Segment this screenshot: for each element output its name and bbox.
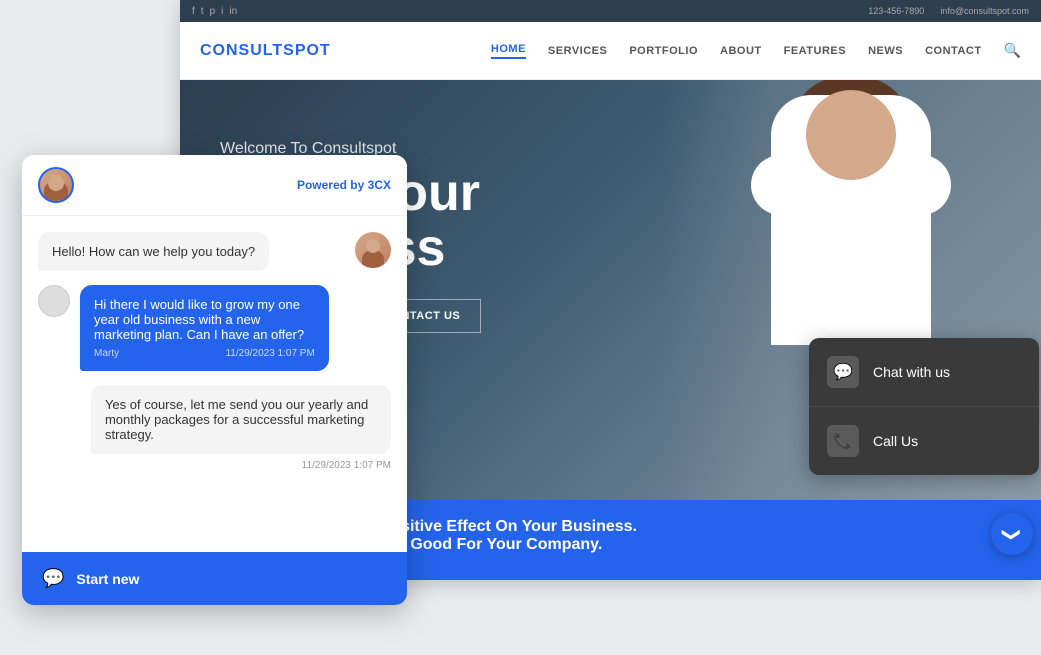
twitter-icon: t [201, 6, 204, 17]
nav-link-news[interactable]: NEWS [868, 45, 903, 57]
message-agent-1: Hello! How can we help you today? [38, 232, 391, 271]
chat-footer-icon: 💬 [42, 568, 64, 589]
scroll-down-button[interactable]: ❯ [991, 513, 1033, 555]
call-us-option[interactable]: 📞 Call Us [809, 407, 1039, 475]
nav-link-features[interactable]: FEATURES [784, 45, 846, 57]
user-message-meta: Marty 11/29/2023 1:07 PM [94, 348, 315, 359]
powered-by-label: Powered by [297, 178, 364, 192]
call-us-label: Call Us [873, 433, 918, 449]
user-message-text: Hi there I would like to grow my one yea… [94, 297, 315, 342]
user-time: 11/29/2023 1:07 PM [225, 348, 314, 359]
phone-icon: 📞 [827, 425, 859, 457]
user-sender: Marty [94, 348, 119, 359]
user-avatar [38, 285, 70, 317]
topbar-email: info@consultspot.com [940, 6, 1029, 16]
chat-with-us-option[interactable]: 💬 Chat with us [809, 338, 1039, 407]
nav-links: HOME SERVICES PORTFOLIO ABOUT FEATURES N… [491, 42, 1021, 59]
agent-bubble-1: Hello! How can we help you today? [38, 232, 269, 271]
site-logo[interactable]: CONSULTSPOT [200, 42, 331, 60]
nav-bar: CONSULTSPOT HOME SERVICES PORTFOLIO ABOU… [180, 22, 1041, 80]
pinterest-icon: p [210, 6, 216, 17]
facebook-icon: f [192, 6, 195, 17]
instagram-icon: i [221, 6, 223, 17]
message-agent-reply: Yes of course, let me send you our yearl… [38, 385, 391, 471]
start-new-label: Start new [76, 571, 139, 587]
agent-head [48, 175, 64, 191]
agent-reply-time: 11/29/2023 1:07 PM [302, 460, 391, 471]
chat-header: Powered by 3CX [22, 155, 407, 216]
chat-icon: 💬 [827, 356, 859, 388]
social-icons: f t p i in [192, 6, 237, 17]
powered-by: Powered by 3CX [297, 178, 391, 192]
woman-face [806, 90, 896, 180]
topbar-phone: 123-456-7890 [868, 6, 924, 16]
search-icon[interactable]: 🔍 [1004, 42, 1021, 59]
nav-link-portfolio[interactable]: PORTFOLIO [629, 45, 698, 57]
chat-widget: Powered by 3CX Hello! How can we help yo… [22, 155, 407, 605]
message-user-1: Hi there I would like to grow my one yea… [38, 285, 391, 371]
agent-avatar-right [355, 232, 391, 268]
powered-brand: 3CX [368, 178, 391, 192]
nav-link-contact[interactable]: CONTACT [925, 45, 981, 57]
agent-reply-bubble: Yes of course, let me send you our yearl… [38, 385, 391, 471]
chat-with-us-label: Chat with us [873, 364, 950, 380]
agent-head-right [366, 239, 380, 253]
user-bubble-1: Hi there I would like to grow my one yea… [80, 285, 329, 371]
linkedin-icon: in [229, 6, 237, 17]
nav-link-about[interactable]: ABOUT [720, 45, 762, 57]
agent-reply-text: Yes of course, let me send you our yearl… [91, 385, 391, 454]
agent-reply-meta: 11/29/2023 1:07 PM [38, 460, 391, 471]
topbar-contact: 123-456-7890 info@consultspot.com [868, 6, 1029, 16]
chat-options-popup: 💬 Chat with us 📞 Call Us [809, 338, 1039, 475]
chat-messages: Hello! How can we help you today? Hi the… [22, 216, 407, 552]
chat-footer[interactable]: 💬 Start new [22, 552, 407, 605]
top-bar: f t p i in 123-456-7890 info@consultspot… [180, 0, 1041, 22]
chevron-down-icon: ❯ [1002, 526, 1023, 541]
agent-avatar [38, 167, 74, 203]
nav-link-home[interactable]: HOME [491, 43, 526, 59]
nav-link-services[interactable]: SERVICES [548, 45, 607, 57]
